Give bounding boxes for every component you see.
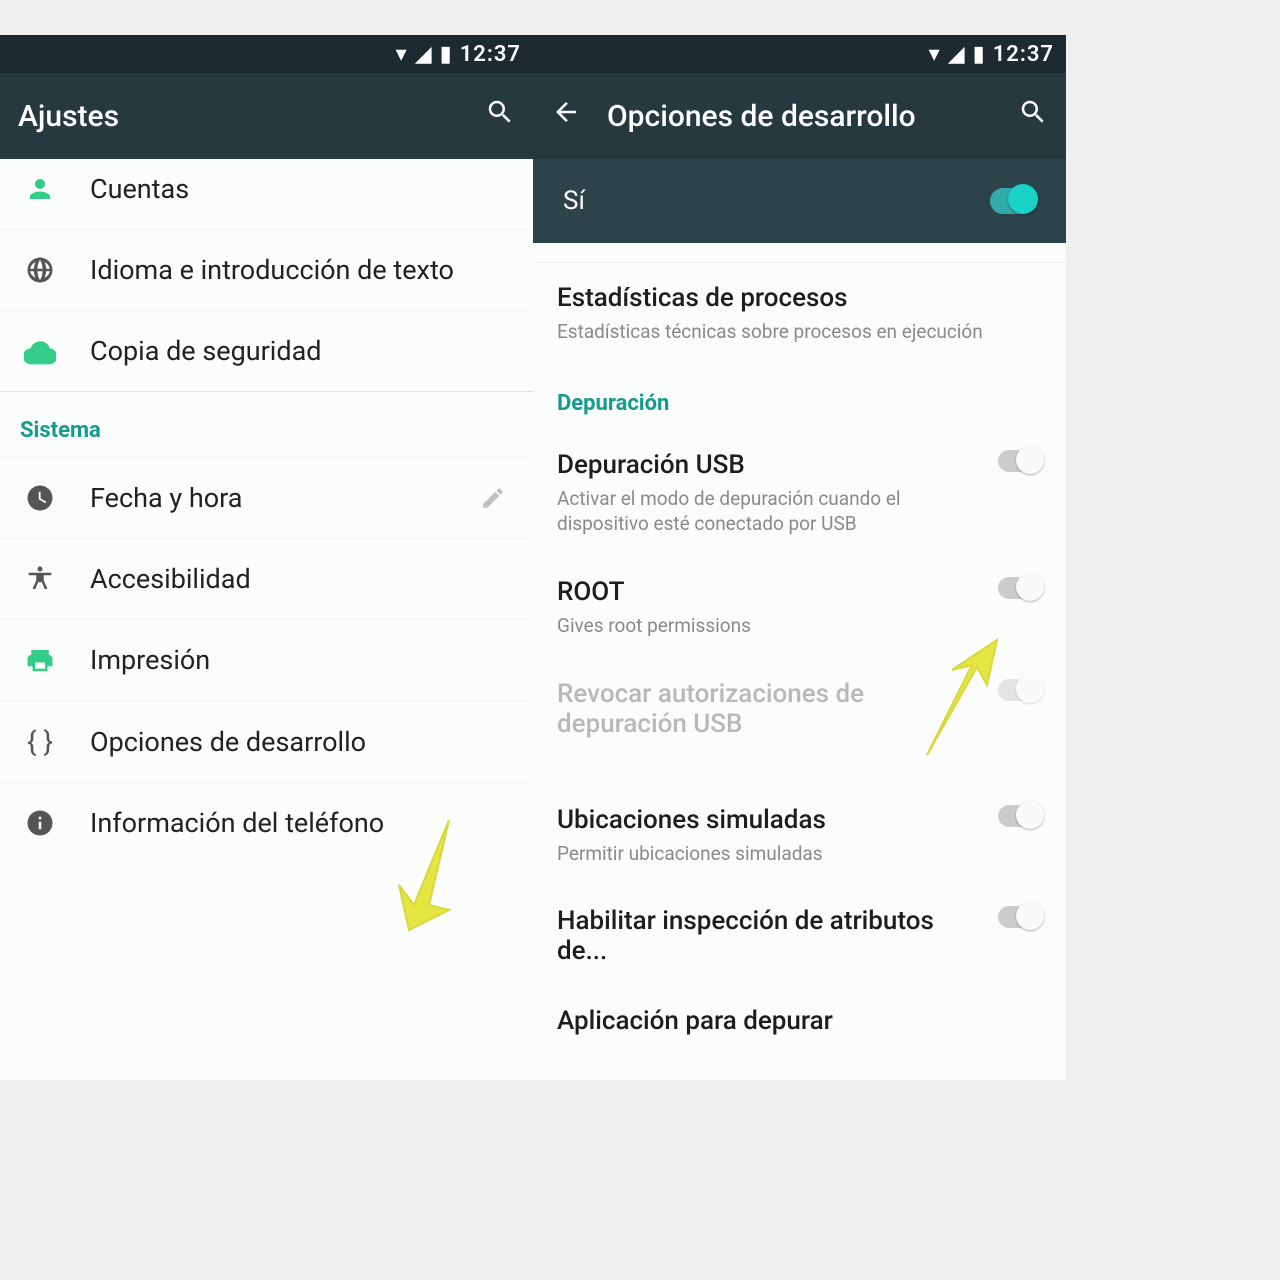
label: Aplicación para depurar [557, 1006, 1042, 1036]
subtitle: Estadísticas técnicas sobre procesos en … [557, 319, 1042, 345]
status-bar: ▾ ◢ ▮ 12:37 [0, 35, 533, 73]
search-button[interactable] [1018, 97, 1048, 135]
section-debug: Depuración [533, 365, 1066, 430]
subtitle: Gives root permissions [557, 613, 980, 639]
row-root[interactable]: ROOT Gives root permissions [533, 557, 1066, 659]
subtitle: Activar el modo de depuración cuando el … [557, 486, 980, 537]
section-system: Sistema [0, 391, 533, 457]
battery-icon: ▮ [440, 42, 452, 67]
toggle-switch [998, 679, 1042, 701]
clock: 12:37 [993, 42, 1054, 67]
row-select-debug-app[interactable]: Aplicación para depurar [533, 986, 1066, 1056]
toggle-switch[interactable] [998, 577, 1042, 599]
toggle-switch[interactable] [998, 906, 1042, 928]
accounts-icon [20, 174, 60, 204]
battery-icon: ▮ [973, 42, 985, 67]
row-about[interactable]: Información del teléfono [0, 782, 533, 863]
label: Accesibilidad [90, 563, 513, 595]
row-backup[interactable]: Copia de seguridad [0, 310, 533, 391]
label: Copia de seguridad [90, 335, 513, 367]
dev-options-list[interactable]: Estadísticas de procesos Estadísticas té… [533, 243, 1066, 1080]
accessibility-icon [20, 564, 60, 594]
wifi-icon: ▾ [929, 42, 940, 67]
label: Revocar autorizaciones de depuración USB [557, 679, 980, 739]
label: Habilitar inspección de atributos de... [557, 906, 980, 966]
label: Opciones de desarrollo [90, 726, 513, 758]
edit-icon [473, 485, 513, 511]
signal-icon: ◢ [948, 42, 965, 67]
search-button[interactable] [485, 97, 515, 135]
appbar: Opciones de desarrollo [533, 73, 1066, 159]
back-button[interactable] [551, 97, 581, 135]
toggle-switch[interactable] [998, 805, 1042, 827]
braces-icon: { } [20, 725, 60, 758]
row-usb-debugging[interactable]: Depuración USB Activar el modo de depura… [533, 430, 1066, 557]
info-icon [20, 808, 60, 838]
wifi-icon: ▾ [396, 42, 407, 67]
page-title: Ajustes [18, 99, 459, 134]
developer-options-screen: ▾ ◢ ▮ 12:37 Opciones de desarrollo Sí Es… [533, 35, 1066, 1080]
cloud-icon [20, 335, 60, 367]
appbar: Ajustes [0, 73, 533, 159]
row-developer-options[interactable]: { } Opciones de desarrollo [0, 700, 533, 782]
row-view-attribute-inspection[interactable]: Habilitar inspección de atributos de... [533, 886, 1066, 986]
subtitle: Permitir ubicaciones simuladas [557, 841, 980, 867]
master-toggle-label: Sí [563, 186, 990, 216]
clock: 12:37 [460, 42, 521, 67]
label: Depuración USB [557, 450, 980, 480]
globe-icon [20, 255, 60, 285]
row-accounts[interactable]: Cuentas [0, 159, 533, 229]
row-datetime[interactable]: Fecha y hora [0, 457, 533, 538]
search-icon [1018, 97, 1048, 127]
row-language[interactable]: Idioma e introducción de texto [0, 229, 533, 310]
label: Impresión [90, 644, 513, 676]
settings-list[interactable]: Cuentas Idioma e introducción de texto C… [0, 159, 533, 1080]
clock-icon [20, 483, 60, 513]
row-process-stats[interactable]: Estadísticas de procesos Estadísticas té… [533, 263, 1066, 365]
settings-screen: ▾ ◢ ▮ 12:37 Ajustes Cuentas Idioma e int… [0, 35, 533, 1080]
label: Fecha y hora [90, 482, 443, 514]
search-icon [485, 97, 515, 127]
label: Idioma e introducción de texto [90, 254, 513, 286]
row-accessibility[interactable]: Accesibilidad [0, 538, 533, 619]
label: ROOT [557, 577, 980, 607]
label: Información del teléfono [90, 807, 513, 839]
print-icon [20, 645, 60, 675]
label: Estadísticas de procesos [557, 283, 1042, 313]
toggle-switch[interactable] [990, 188, 1036, 214]
master-toggle-row[interactable]: Sí [533, 159, 1066, 243]
row-revoke-usb-auth: Revocar autorizaciones de depuración USB [533, 659, 1066, 759]
status-bar: ▾ ◢ ▮ 12:37 [533, 35, 1066, 73]
row-mock-locations[interactable]: Ubicaciones simuladas Permitir ubicacion… [533, 785, 1066, 887]
label: Cuentas [90, 173, 513, 205]
row-printing[interactable]: Impresión [0, 619, 533, 700]
arrow-back-icon [551, 97, 581, 127]
label: Ubicaciones simuladas [557, 805, 980, 835]
toggle-switch[interactable] [998, 450, 1042, 472]
page-title: Opciones de desarrollo [607, 99, 992, 134]
signal-icon: ◢ [415, 42, 432, 67]
